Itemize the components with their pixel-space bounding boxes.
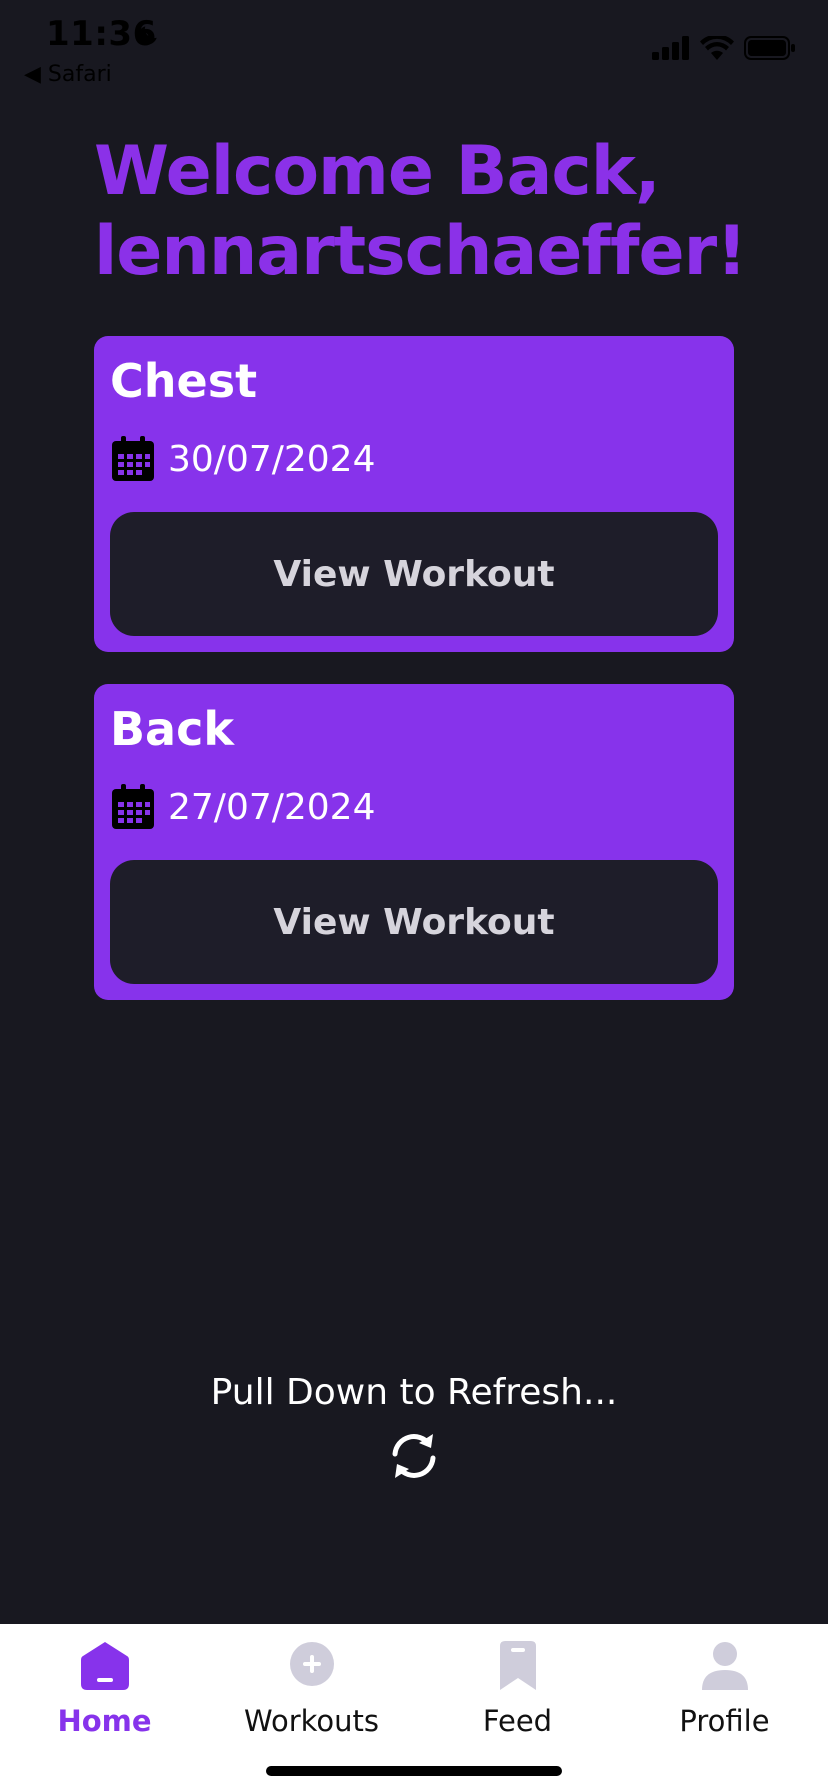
workout-card: Back 27/07/2024 View Workout xyxy=(94,684,734,1000)
wifi-icon xyxy=(700,36,734,60)
view-workout-button[interactable]: View Workout xyxy=(110,512,718,636)
plus-circle-icon xyxy=(289,1642,334,1686)
bookmark-icon xyxy=(499,1641,536,1690)
refresh-icon[interactable] xyxy=(389,1428,439,1484)
home-screen: 11:36 ◀ Safari Welcome Back, lennartscha… xyxy=(0,0,828,1792)
workout-name: Back xyxy=(110,702,234,756)
tab-label: Feed xyxy=(482,1704,553,1738)
signal-icon xyxy=(652,36,689,60)
view-workout-button[interactable]: View Workout xyxy=(110,860,718,984)
workout-date: 27/07/2024 xyxy=(168,786,376,828)
welcome-title: Welcome Back, lennartschaeffer! xyxy=(94,132,794,292)
person-icon xyxy=(701,1642,748,1690)
welcome-line: Welcome Back, xyxy=(94,132,661,211)
tab-profile[interactable]: Profile xyxy=(621,1624,828,1764)
pull-to-refresh-label: Pull Down to Refresh... xyxy=(210,1372,618,1413)
workout-date-row: 27/07/2024 xyxy=(110,784,376,830)
moon-icon xyxy=(138,26,157,45)
username: lennartschaeffer! xyxy=(94,212,747,291)
workout-date-row: 30/07/2024 xyxy=(110,436,376,482)
tab-label: Profile xyxy=(679,1704,770,1738)
status-indicators xyxy=(652,36,796,60)
home-icon xyxy=(80,1642,129,1690)
home-indicator xyxy=(266,1766,562,1776)
battery-icon xyxy=(744,36,795,60)
calendar-icon xyxy=(112,436,154,481)
tab-label: Workouts xyxy=(243,1704,379,1738)
back-to-safari-link[interactable]: ◀ Safari xyxy=(24,62,112,87)
tab-home[interactable]: Home xyxy=(1,1624,208,1764)
workout-name: Chest xyxy=(110,354,258,408)
workout-date: 30/07/2024 xyxy=(168,438,376,480)
tab-label: Home xyxy=(57,1704,152,1738)
tab-workouts[interactable]: Workouts xyxy=(208,1624,415,1764)
tab-feed[interactable]: Feed xyxy=(414,1624,621,1764)
calendar-icon xyxy=(112,784,154,829)
workout-card: Chest 30/07/2024 View Workout xyxy=(94,336,734,652)
